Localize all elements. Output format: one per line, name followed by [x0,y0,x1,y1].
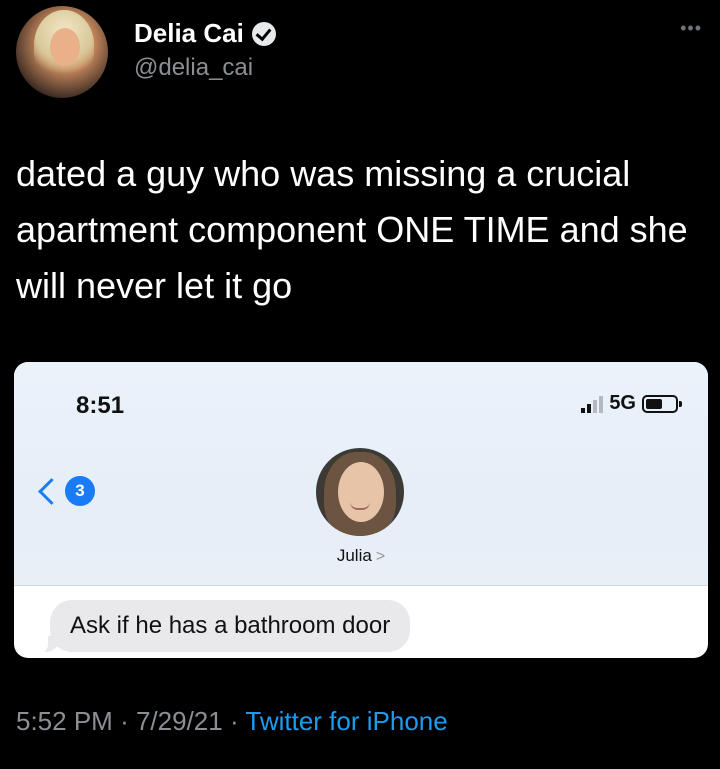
chevron-right-icon: > [375,548,386,565]
tweet-date[interactable]: 7/29/21 [136,706,223,736]
contact-name-label: Julia [336,546,372,565]
display-name[interactable]: Delia Cai [134,18,244,49]
profile-avatar[interactable] [16,6,108,98]
status-icons: 5G [581,392,682,415]
status-time: 8:51 [76,392,125,419]
tweet: Delia Cai @delia_cai ••• dated a guy who… [0,0,720,769]
user-handle[interactable]: @delia_cai [134,54,253,82]
name-row: Delia Cai [134,18,276,49]
meta-separator-2: · [229,706,239,736]
unread-count-badge: 3 [65,476,95,506]
network-label: 5G [609,392,636,414]
tweet-source-link[interactable]: Twitter for iPhone [245,706,447,736]
chevron-left-icon [38,477,65,505]
signal-icon [581,395,604,413]
contact-avatar[interactable] [316,448,404,536]
tweet-metadata: 5:52 PM · 7/29/21 · Twitter for iPhone [16,706,448,737]
header-divider [14,585,708,586]
contact-avatar-face [338,462,384,522]
message-bubble: Ask if he has a bathroom door [50,600,411,652]
contact-name[interactable]: Julia > [14,546,708,566]
tweet-text: dated a guy who was missing a crucial ap… [16,153,688,306]
back-button[interactable]: 3 [38,476,95,506]
avatar-face [50,28,80,66]
verified-badge-icon [251,21,276,46]
battery-icon [642,394,682,413]
more-options-icon[interactable]: ••• [680,18,702,39]
meta-separator: · [120,706,129,736]
tweet-time[interactable]: 5:52 PM [16,706,113,736]
attached-image[interactable]: 8:51 5G 3 Julia > Ask if he has a bathro… [14,362,708,658]
